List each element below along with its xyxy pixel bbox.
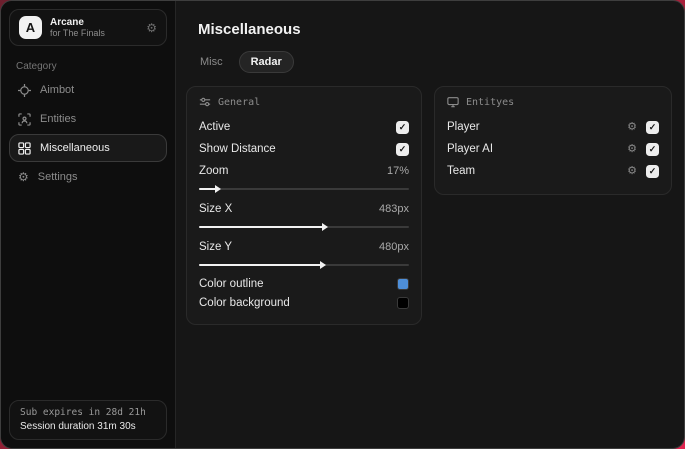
tab-radar[interactable]: Radar: [238, 51, 294, 73]
slider-fill: [199, 185, 221, 193]
session-duration-text: Session duration 31m 30s: [20, 421, 136, 432]
setting-label: Color outline: [199, 277, 264, 290]
app-subtitle: for The Finals: [50, 28, 105, 39]
slider-fill: [199, 261, 326, 269]
zoom-value: 17%: [386, 165, 409, 177]
subscription-footer: Sub expires in 28d 21h Session duration …: [9, 400, 167, 440]
entity-controls: ⚙: [627, 120, 659, 134]
sidebar: A Arcane for The Finals ⚙ Category Aimbo…: [1, 1, 176, 448]
entity-row-team: Team ⚙: [447, 160, 659, 182]
entity-row-player-ai: Player AI ⚙: [447, 138, 659, 160]
tab-misc[interactable]: Misc: [188, 51, 235, 73]
slider-thumb[interactable]: [319, 261, 326, 269]
zoom-slider[interactable]: [199, 183, 409, 195]
setting-row-active: Active: [199, 116, 409, 138]
main-content: Miscellaneous Misc Radar General Active: [176, 1, 684, 448]
monitor-icon: [447, 97, 459, 108]
active-checkbox[interactable]: [396, 120, 409, 134]
setting-label: Size Y: [199, 241, 233, 253]
app-name: Arcane: [50, 16, 84, 28]
setting-row-size-y: Size Y 480px: [199, 236, 409, 258]
player-checkbox[interactable]: [646, 120, 659, 134]
sidebar-item-aimbot[interactable]: Aimbot: [9, 76, 167, 104]
entity-label: Player: [447, 121, 480, 133]
page-title: Miscellaneous: [198, 21, 301, 38]
size-x-value: 483px: [379, 203, 409, 215]
app-meta: Arcane for The Finals: [50, 17, 105, 39]
color-background-swatch[interactable]: [397, 296, 409, 309]
cards-row: General Active Show Distance Zoom 17%: [186, 86, 672, 325]
settings-icon[interactable]: ⚙: [146, 21, 157, 35]
sidebar-item-label: Aimbot: [40, 84, 75, 96]
entities-card: Entityes Player ⚙ Player AI ⚙: [434, 86, 672, 195]
app-logo: A: [19, 16, 42, 39]
setting-row-color-outline: Color outline: [199, 274, 409, 293]
slider-thumb[interactable]: [321, 223, 328, 231]
color-outline-swatch[interactable]: [397, 277, 409, 290]
gear-icon: ⚙: [18, 170, 29, 184]
sidebar-item-label: Settings: [37, 171, 78, 183]
sidebar-item-entities[interactable]: Entities: [9, 105, 167, 133]
setting-row-size-x: Size X 483px: [199, 198, 409, 220]
entity-row-player: Player ⚙: [447, 116, 659, 138]
sidebar-item-settings[interactable]: ⚙ Settings: [9, 163, 167, 191]
entity-settings-icon[interactable]: ⚙: [627, 143, 637, 155]
crosshair-icon: [18, 83, 31, 97]
sub-expires-text: Sub expires in 28d 21h: [20, 407, 146, 418]
show-distance-checkbox[interactable]: [396, 142, 409, 156]
sidebar-item-miscellaneous[interactable]: Miscellaneous: [9, 134, 167, 162]
sidebar-item-label: Entities: [40, 113, 77, 125]
scan-person-icon: [18, 112, 31, 126]
setting-label: Size X: [199, 203, 233, 215]
app-window: A Arcane for The Finals ⚙ Category Aimbo…: [0, 0, 685, 449]
app-header-card: A Arcane for The Finals ⚙: [9, 9, 167, 46]
size-x-slider[interactable]: [199, 221, 409, 233]
setting-label: Color background: [199, 296, 290, 309]
entity-controls: ⚙: [627, 164, 659, 178]
setting-label: Active: [199, 121, 231, 133]
setting-label: Zoom: [199, 165, 229, 177]
setting-row-show-distance: Show Distance: [199, 138, 409, 160]
setting-row-zoom: Zoom 17%: [199, 160, 409, 182]
setting-row-color-background: Color background: [199, 293, 409, 312]
tab-bar: Misc Radar: [188, 51, 672, 73]
player-ai-checkbox[interactable]: [646, 142, 659, 156]
entity-label: Team: [447, 165, 476, 177]
general-card-header: General: [199, 96, 409, 108]
slider-track: [199, 188, 409, 190]
sidebar-item-label: Miscellaneous: [40, 142, 110, 154]
setting-label: Show Distance: [199, 143, 276, 155]
slider-thumb[interactable]: [214, 185, 221, 193]
size-y-value: 480px: [379, 241, 409, 253]
general-card-title: General: [218, 96, 261, 108]
category-label: Category: [16, 61, 57, 72]
entities-card-title: Entityes: [466, 96, 515, 108]
entity-settings-icon[interactable]: ⚙: [627, 165, 637, 177]
general-card: General Active Show Distance Zoom 17%: [186, 86, 422, 325]
entity-settings-icon[interactable]: ⚙: [627, 121, 637, 133]
entities-card-header: Entityes: [447, 96, 659, 108]
grid-icon: [18, 141, 31, 155]
sidebar-nav: Aimbot Entities Miscellaneous ⚙ Settings: [9, 76, 167, 192]
size-y-slider[interactable]: [199, 259, 409, 271]
sliders-icon: [199, 97, 211, 107]
team-checkbox[interactable]: [646, 164, 659, 178]
entity-label: Player AI: [447, 143, 494, 155]
slider-fill: [199, 223, 328, 231]
entity-controls: ⚙: [627, 142, 659, 156]
